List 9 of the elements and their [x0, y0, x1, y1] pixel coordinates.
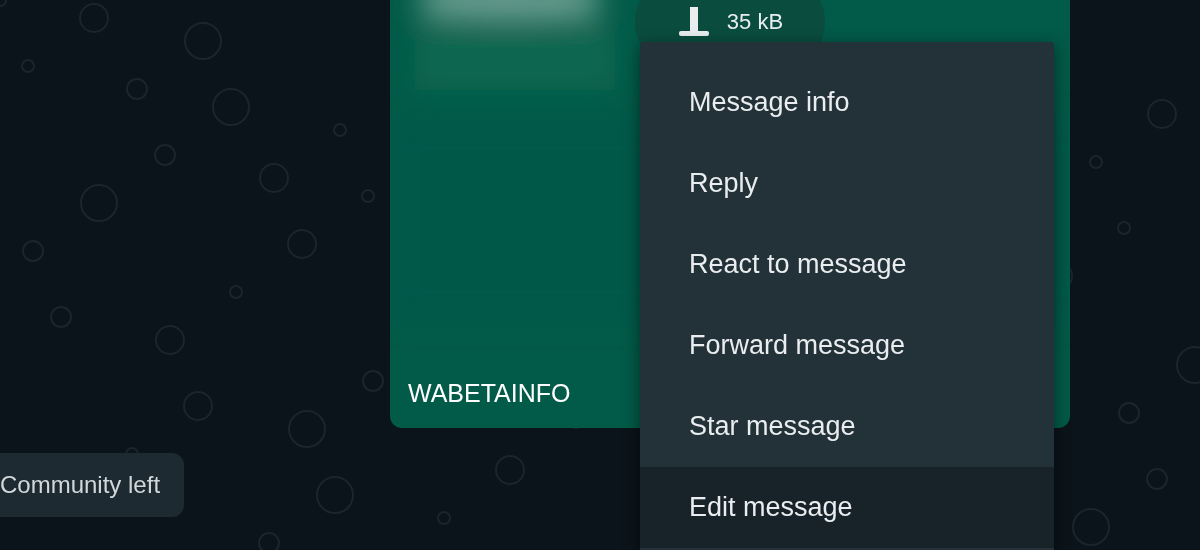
system-notice: Community left: [0, 453, 185, 517]
message-caption: WABETAINFO: [408, 379, 571, 408]
menu-item[interactable]: Edit message: [640, 467, 1054, 548]
menu-item[interactable]: React to message: [640, 224, 1054, 305]
menu-item[interactable]: Forward message: [640, 305, 1054, 386]
menu-item[interactable]: Reply: [640, 143, 1054, 224]
file-size: 35 kB: [726, 10, 784, 34]
menu-item[interactable]: Star message: [640, 386, 1054, 467]
menu-item[interactable]: Message info: [640, 62, 1054, 143]
